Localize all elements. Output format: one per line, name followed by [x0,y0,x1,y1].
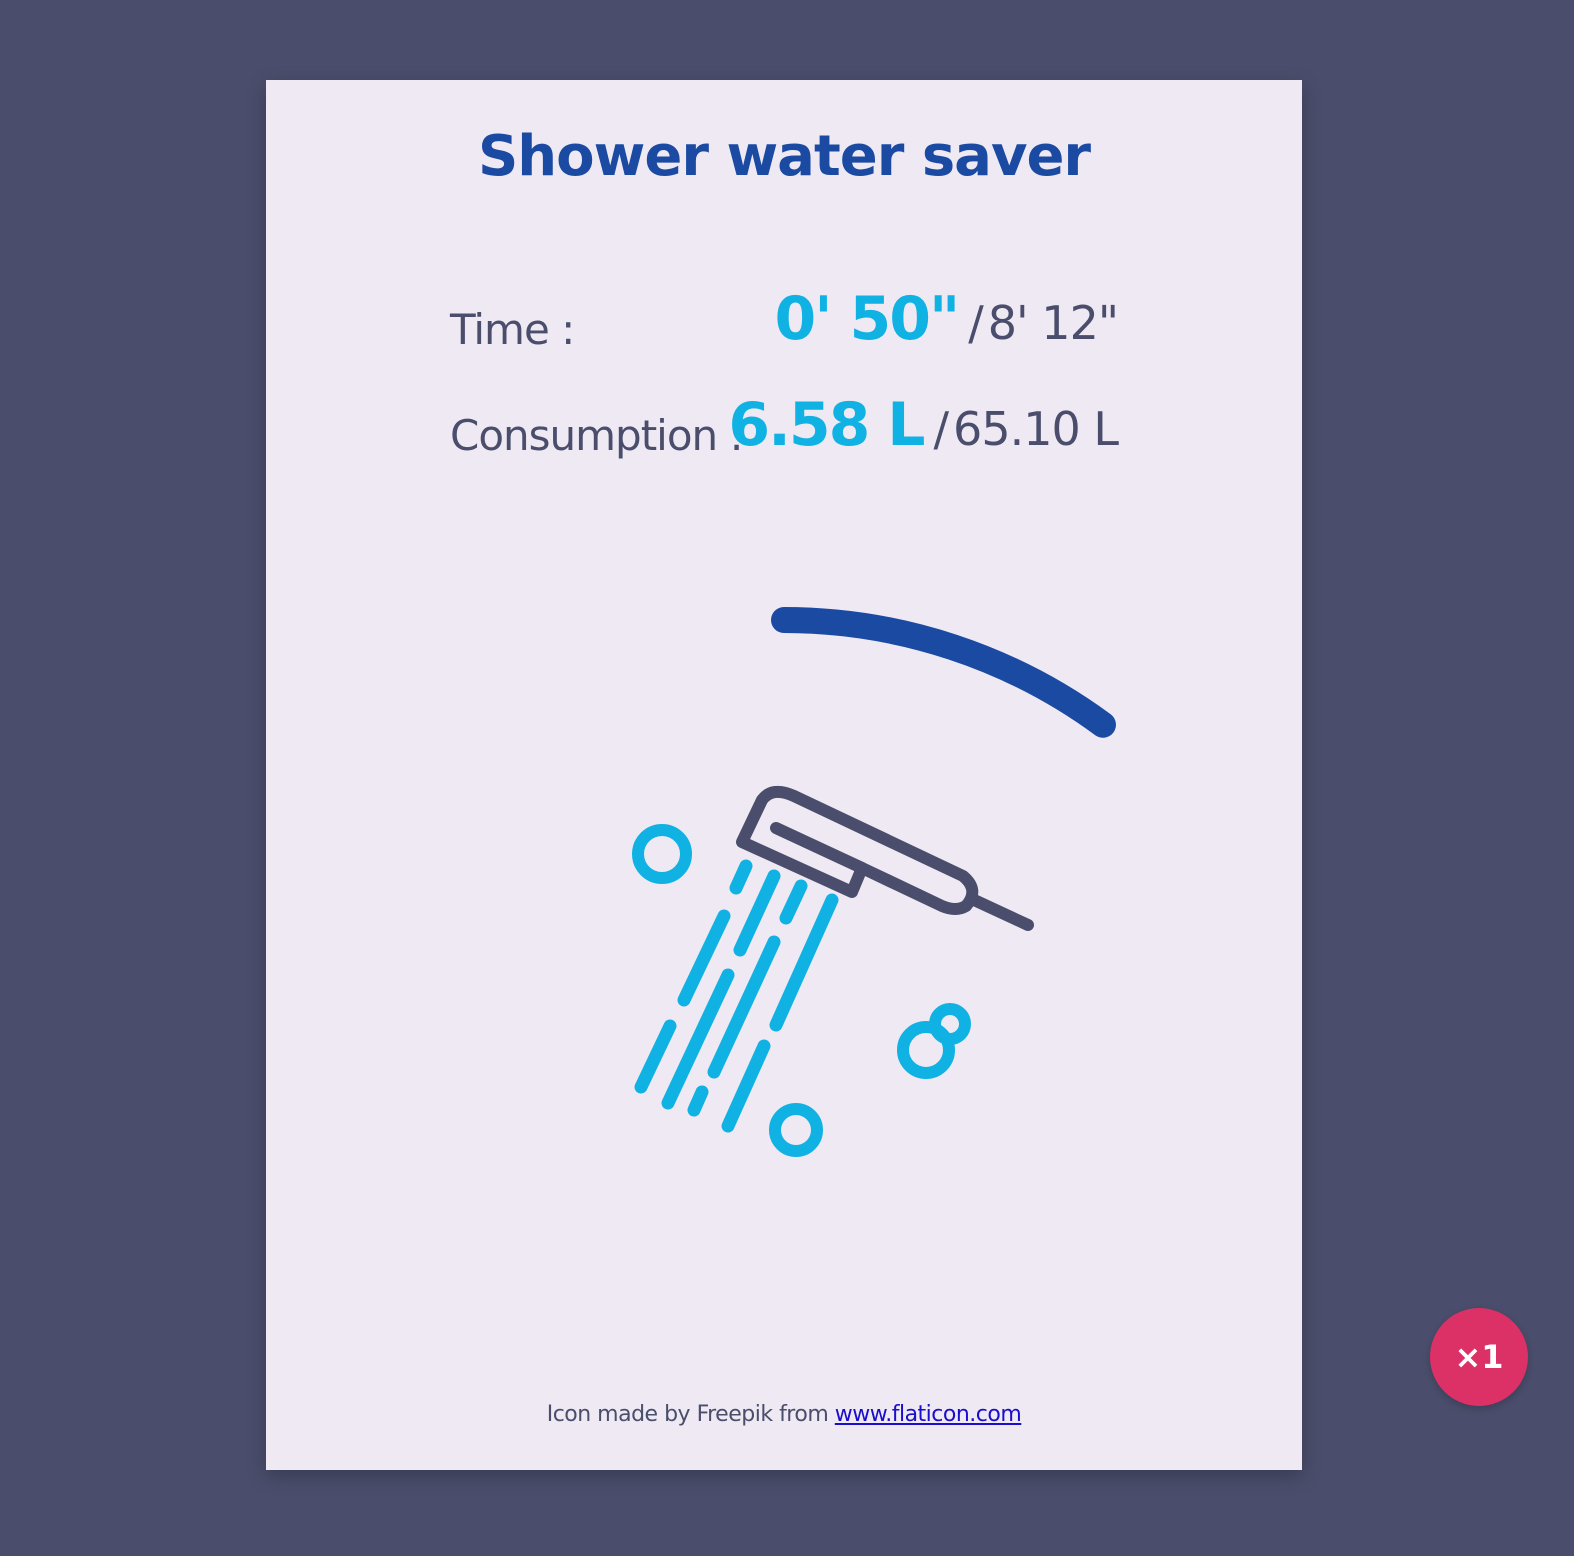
credit-prefix: Icon made by Freepik from [546,1402,835,1427]
shower-illustration [632,607,1116,1157]
water-streaks [634,859,839,1133]
progress-arc [771,607,1116,738]
main-card: Shower water saver Time : 0' 50"/8' 12" … [266,80,1302,1470]
credit-line: Icon made by Freepik from www.flaticon.c… [266,1402,1302,1427]
speed-button[interactable]: ×1 [1430,1308,1528,1406]
flaticon-link[interactable]: www.flaticon.com [835,1402,1022,1427]
shower-head [736,785,1034,931]
shower-head-icon [632,785,1034,1157]
